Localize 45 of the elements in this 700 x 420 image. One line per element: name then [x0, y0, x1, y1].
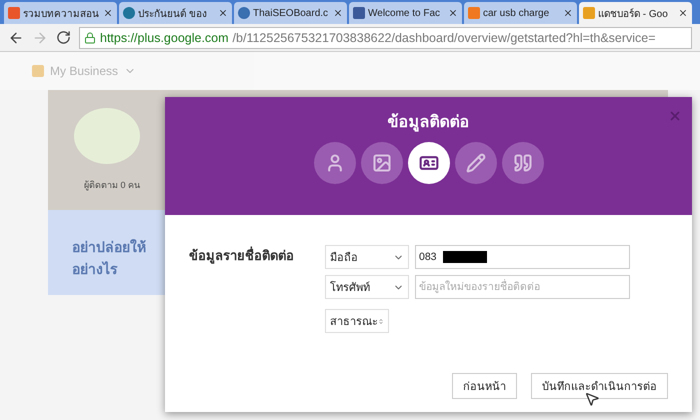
- type-dropdown[interactable]: โทรศัพท์: [325, 275, 409, 299]
- contact-field[interactable]: 083: [415, 245, 630, 269]
- section-label: ข้อมูลรายชื่อติดต่อ: [189, 246, 295, 266]
- back-button[interactable]: ก่อนหน้า: [452, 373, 517, 399]
- quote-step[interactable]: [502, 142, 544, 184]
- close-icon[interactable]: [563, 8, 573, 18]
- browser-tab[interactable]: ThaiSEOBoard.c: [234, 2, 347, 24]
- back-icon[interactable]: [8, 30, 24, 46]
- card-step[interactable]: [408, 142, 450, 184]
- close-icon[interactable]: [678, 8, 688, 18]
- browser-tab[interactable]: แดชบอร์ด - Goo: [579, 2, 692, 24]
- lock-icon: [84, 32, 96, 44]
- close-icon[interactable]: [448, 8, 458, 18]
- site-icon: [468, 7, 480, 19]
- promo-text: อย่างไร: [72, 260, 118, 279]
- browser-tab[interactable]: Welcome to Fac: [349, 2, 462, 24]
- site-icon: [8, 7, 20, 19]
- reload-icon[interactable]: [56, 30, 71, 45]
- image-icon: [372, 153, 392, 173]
- logo-icon: [32, 65, 44, 77]
- close-icon[interactable]: [218, 8, 228, 18]
- pencil-icon: [466, 153, 486, 173]
- type-dropdown[interactable]: มือถือ: [325, 245, 409, 269]
- site-icon: [583, 7, 595, 19]
- close-icon[interactable]: [333, 8, 343, 18]
- person-step[interactable]: [314, 142, 356, 184]
- browser-tab[interactable]: รวมบทความสอน: [4, 2, 117, 24]
- save-continue-button[interactable]: บันทึกและดำเนินการต่อ: [531, 373, 668, 399]
- site-icon: [123, 7, 135, 19]
- browser-tab[interactable]: ประกันยนต์ ของ: [119, 2, 232, 24]
- site-icon: [238, 7, 250, 19]
- pencil-step[interactable]: [454, 142, 496, 184]
- follower-count: ผู้ติดตาม 0 คน: [84, 179, 142, 192]
- quote-icon: [512, 153, 532, 173]
- visibility-dropdown[interactable]: สาธารณะ: [325, 309, 389, 333]
- cursor-icon: [584, 391, 600, 407]
- promo-text: อย่าปล่อยให้: [72, 238, 146, 257]
- contact-field[interactable]: ข้อมูลใหม่ของรายชื่อติดต่อ: [415, 275, 630, 299]
- dialog-title: ข้อมูลติดต่อ: [388, 112, 470, 134]
- address-bar[interactable]: https://plus.google.com /b/112525675321703838622/dashboard/overview/getstarted?hl=th&service=: [79, 26, 692, 48]
- site-icon: [353, 7, 365, 19]
- card-icon: [418, 153, 438, 173]
- close-icon[interactable]: [103, 8, 113, 18]
- browser-tab[interactable]: car usb charge: [464, 2, 577, 24]
- image-step[interactable]: [360, 142, 402, 184]
